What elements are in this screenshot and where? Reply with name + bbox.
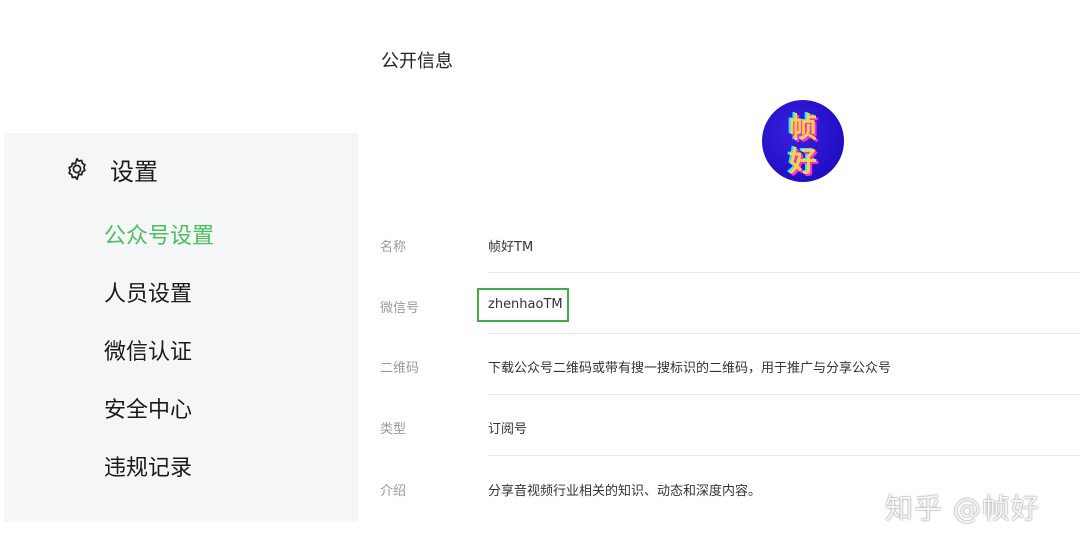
name-label: 名称	[380, 240, 407, 255]
type-value: 订阅号	[488, 422, 528, 437]
sidebar-title: 设置	[110, 157, 158, 186]
qrcode-description[interactable]: 下载公众号二维码或带有搜一搜标识的二维码，用于推广与分享公众号	[488, 357, 891, 376]
divider	[488, 394, 1080, 395]
divider	[488, 272, 1080, 273]
name-value: 帧好TM	[488, 240, 534, 255]
gear-icon	[68, 157, 86, 181]
qrcode-label: 二维码	[380, 361, 420, 376]
sidebar-item-account-settings[interactable]: 公众号设置	[104, 222, 214, 252]
section-title: 公开信息	[381, 51, 453, 72]
avatar-char-2: 好	[788, 145, 817, 178]
type-label: 类型	[380, 422, 407, 437]
divider	[488, 333, 1080, 334]
sidebar-item-violation-records[interactable]: 违规记录	[104, 454, 192, 484]
watermark: 知乎 @帧好	[885, 492, 1040, 525]
intro-value: 分享音视频行业相关的知识、动态和深度内容。	[488, 484, 762, 499]
wechat-id-label: 微信号	[380, 301, 420, 316]
intro-label: 介绍	[380, 484, 407, 499]
sidebar-item-security-center[interactable]: 安全中心	[104, 396, 192, 426]
avatar[interactable]: 帧 好	[762, 100, 844, 182]
sidebar: 设置 公众号设置 人员设置 微信认证 安全中心 违规记录	[4, 133, 358, 522]
sidebar-item-wechat-verification[interactable]: 微信认证	[104, 338, 192, 368]
sidebar-item-member-settings[interactable]: 人员设置	[104, 280, 192, 310]
divider	[488, 455, 1080, 456]
wechat-id-highlight	[477, 288, 569, 322]
sidebar-header: 设置	[64, 153, 158, 186]
